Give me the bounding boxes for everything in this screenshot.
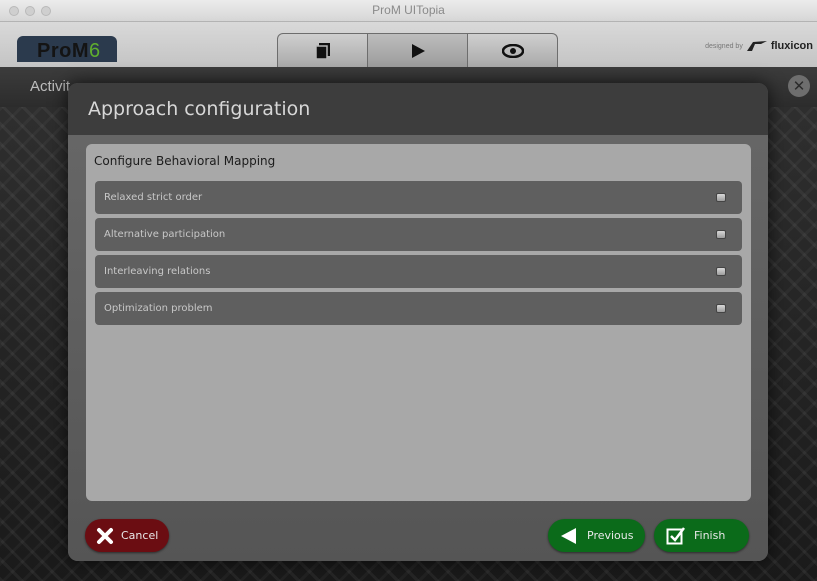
tab-views[interactable] <box>467 33 558 67</box>
option-checkbox[interactable] <box>716 267 726 276</box>
brand-name: fluxicon <box>770 40 813 52</box>
arrow-left-icon <box>561 527 576 544</box>
logo-version: 6 <box>89 40 101 62</box>
checkbox-check-icon <box>666 526 685 544</box>
dialog-body: Configure Behavioral Mapping Relaxed str… <box>68 135 768 561</box>
finish-button-label: Finish <box>694 529 726 542</box>
fluxicon-brand: designed by fluxicon <box>705 40 813 52</box>
prom-logo: ProM 6 <box>17 36 117 62</box>
previous-button[interactable]: Previous <box>548 519 645 552</box>
option-checkbox[interactable] <box>716 304 726 313</box>
panel-title: Configure Behavioral Mapping <box>94 154 276 168</box>
close-icon[interactable]: ✕ <box>788 75 810 97</box>
cancel-button[interactable]: Cancel <box>85 519 169 552</box>
cancel-button-label: Cancel <box>121 529 159 542</box>
dialog-title: Approach configuration <box>88 98 311 120</box>
dialog-header: Approach configuration <box>68 83 768 135</box>
activity-label: Activit <box>30 78 71 95</box>
play-icon <box>411 43 425 58</box>
option-label: Interleaving relations <box>104 266 211 277</box>
option-optimization-problem[interactable]: Optimization problem <box>95 292 742 325</box>
previous-button-label: Previous <box>587 529 634 542</box>
option-label: Relaxed strict order <box>104 192 203 203</box>
option-label: Optimization problem <box>104 303 213 314</box>
window-title: ProM UITopia <box>372 3 445 17</box>
workspace-icon <box>315 42 330 59</box>
logo-text: ProM <box>37 40 89 62</box>
option-relaxed-strict-order[interactable]: Relaxed strict order <box>95 181 742 214</box>
option-checkbox[interactable] <box>716 193 726 202</box>
eye-icon <box>501 43 524 58</box>
tab-workspace[interactable] <box>277 33 368 67</box>
finish-button[interactable]: Finish <box>654 519 749 552</box>
option-label: Alternative participation <box>104 229 226 240</box>
option-checkbox[interactable] <box>716 230 726 239</box>
behavioral-mapping-panel: Configure Behavioral Mapping Relaxed str… <box>86 144 751 501</box>
app-header: ProM 6 designed by fluxicon <box>0 22 817 67</box>
brand-prefix: designed by <box>705 42 743 50</box>
cancel-x-icon <box>97 527 113 544</box>
window-titlebar: ProM UITopia <box>0 0 817 22</box>
approach-configuration-dialog: Approach configuration Configure Behavio… <box>68 83 768 561</box>
fluxicon-logo-icon <box>746 41 767 51</box>
option-alternative-participation[interactable]: Alternative participation <box>95 218 742 251</box>
tab-actions[interactable] <box>367 33 468 67</box>
option-interleaving-relations[interactable]: Interleaving relations <box>95 255 742 288</box>
